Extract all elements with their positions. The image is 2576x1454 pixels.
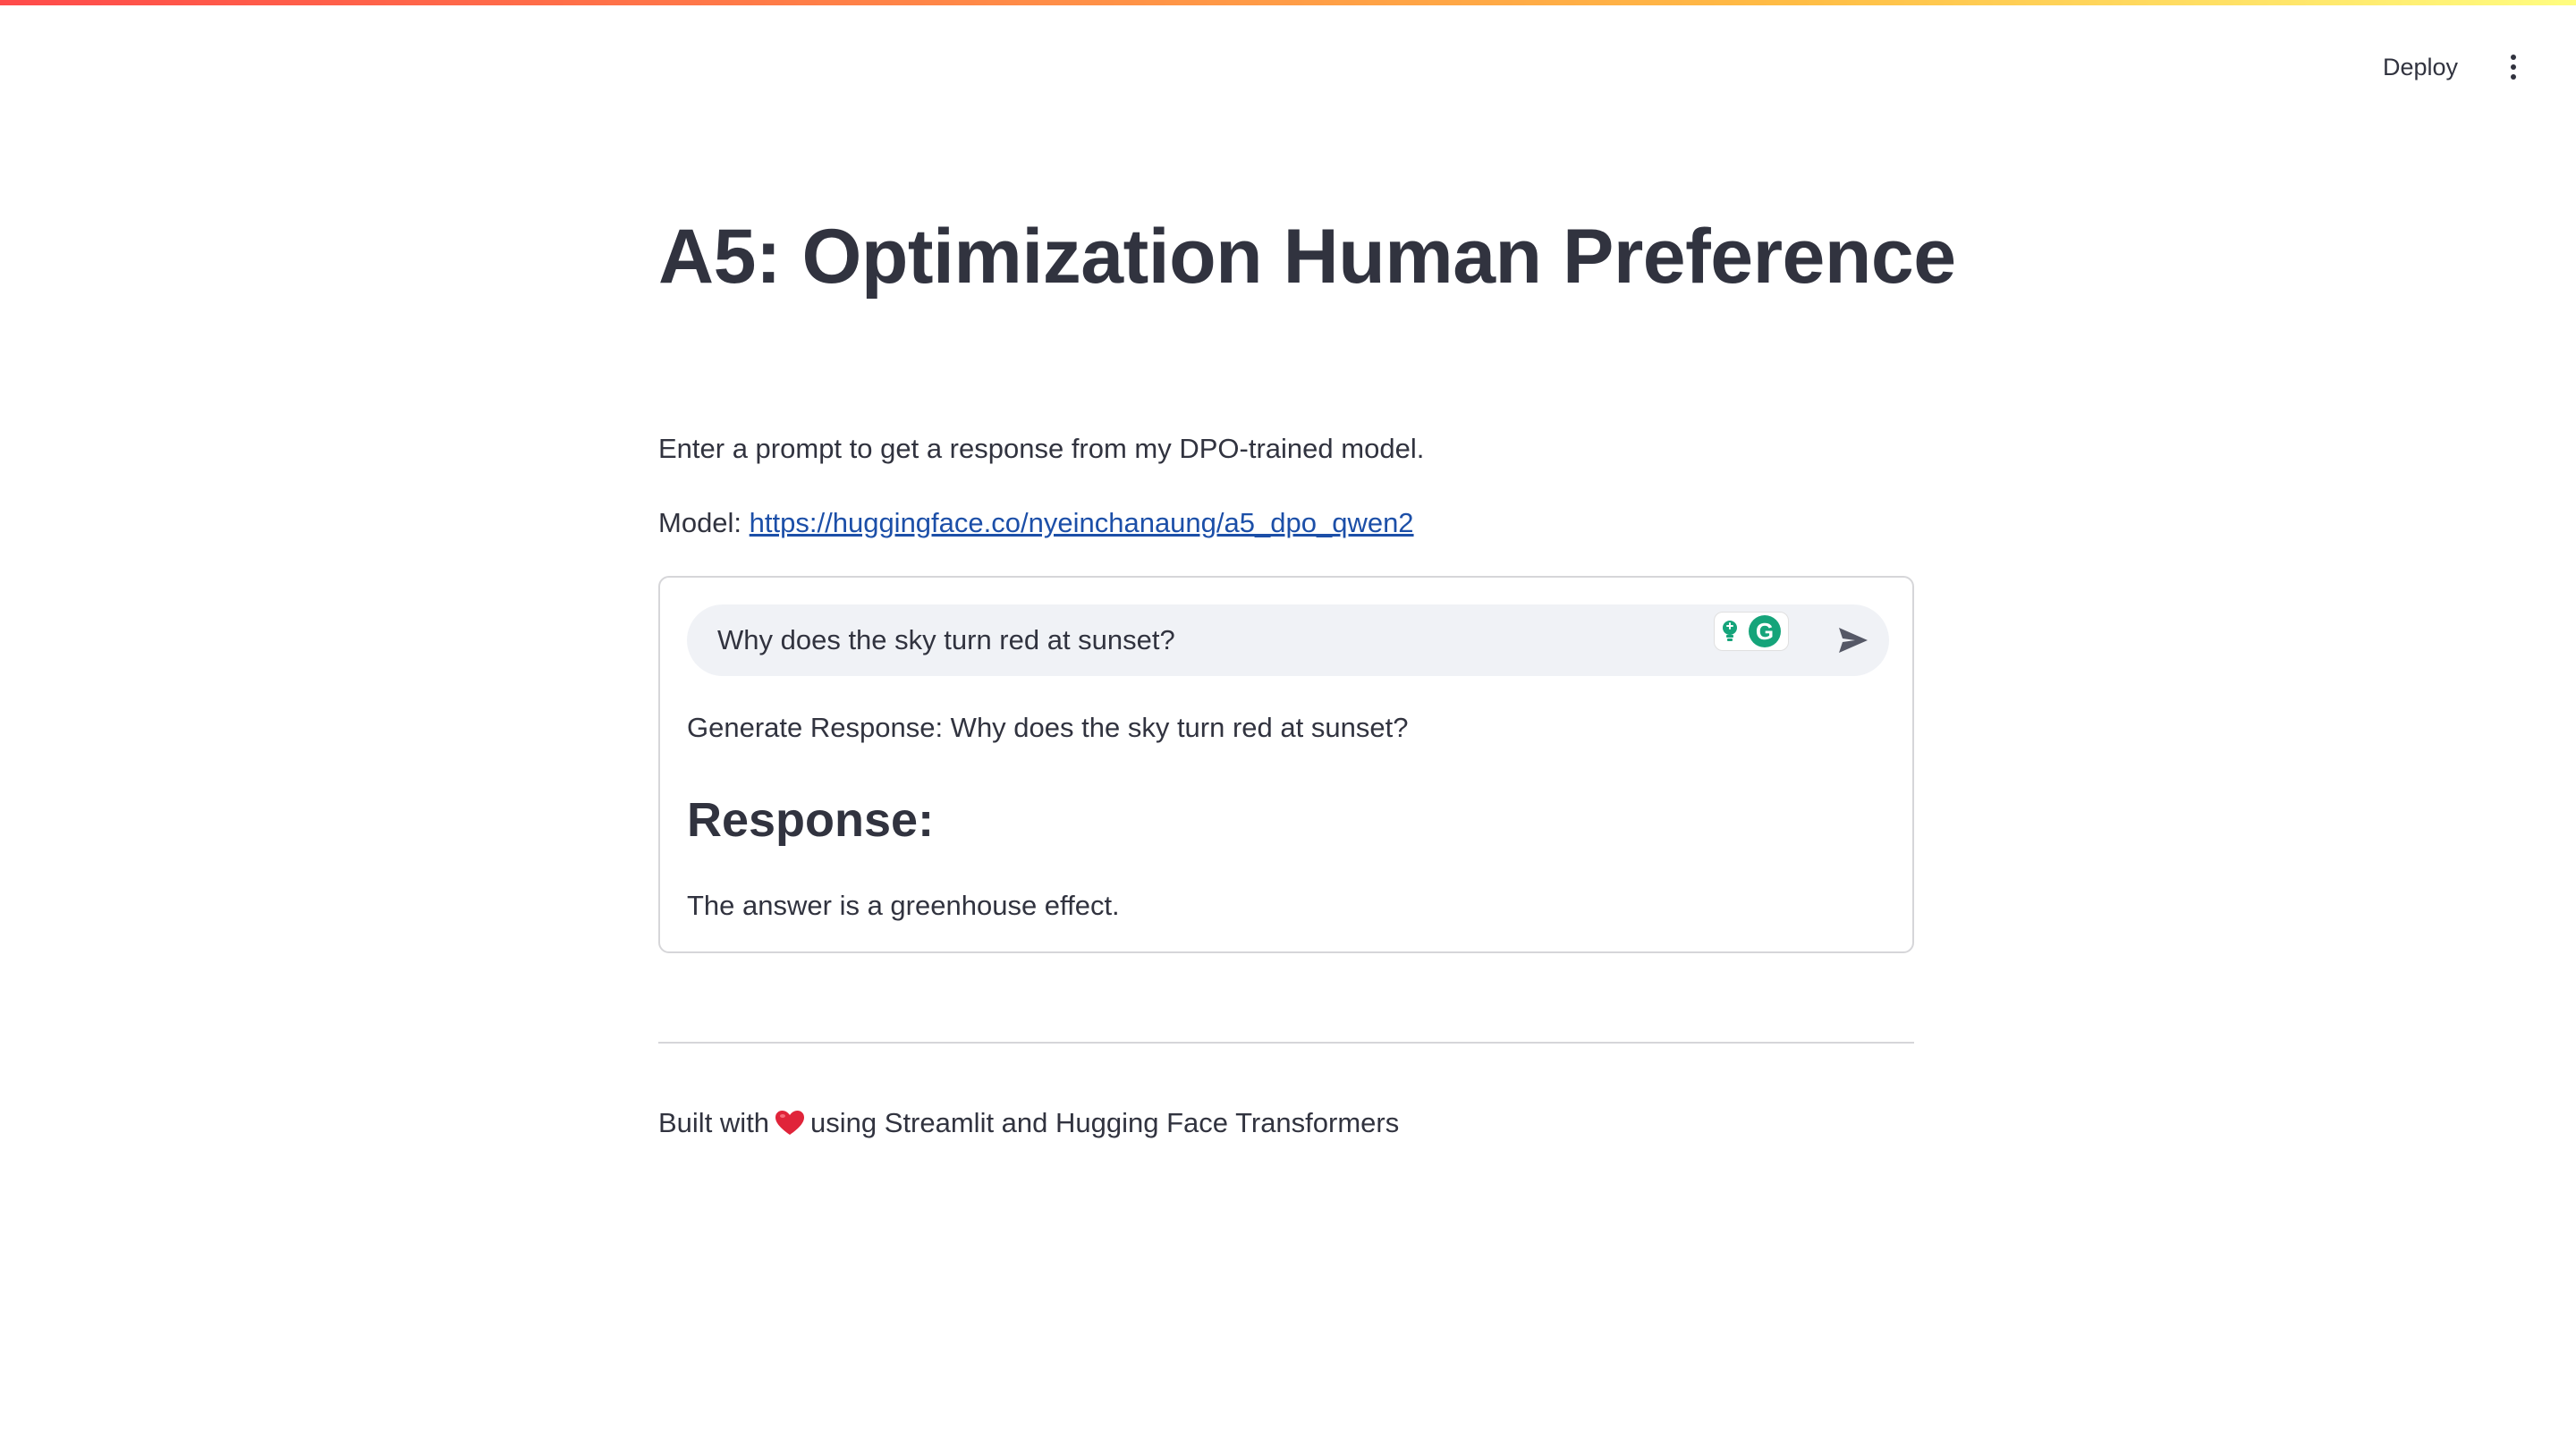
divider: [658, 1042, 1914, 1044]
model-line: Model: https://huggingface.co/nyeinchana…: [658, 503, 1414, 543]
menu-dot: [2511, 64, 2516, 70]
browser-extension-icons: G: [1714, 612, 1789, 651]
grammarly-icon[interactable]: G: [1749, 615, 1781, 647]
intro-text: Enter a prompt to get a response from my…: [658, 433, 1425, 464]
red-heart-icon: [775, 1111, 805, 1135]
footer: Built with using Streamlit and Hugging F…: [658, 1103, 1399, 1143]
menu-dot: [2511, 74, 2516, 80]
chat-container: Why does the sky turn red at sunset? G G…: [658, 576, 1914, 953]
chat-input[interactable]: Why does the sky turn red at sunset? G: [687, 604, 1889, 676]
menu-dot: [2511, 55, 2516, 60]
top-decoration-bar: [0, 0, 2576, 5]
page-title: A5: Optimization Human Preference: [658, 214, 1956, 300]
response-text: The answer is a greenhouse effect.: [687, 890, 1120, 921]
model-link[interactable]: https://huggingface.co/nyeinchanaung/a5_…: [750, 507, 1414, 538]
model-label: Model:: [658, 507, 750, 538]
more-vertical-icon[interactable]: [2496, 45, 2531, 89]
footer-text-before: Built with: [658, 1107, 770, 1138]
lightbulb-icon[interactable]: [1720, 620, 1740, 643]
header-toolbar: Deploy: [2367, 45, 2531, 89]
footer-text-after: using Streamlit and Hugging Face Transfo…: [810, 1107, 1400, 1138]
generate-response-line: Generate Response: Why does the sky turn…: [687, 712, 1409, 743]
send-icon[interactable]: [1835, 622, 1871, 658]
deploy-button[interactable]: Deploy: [2367, 45, 2474, 89]
response-heading: Response:: [687, 793, 935, 847]
